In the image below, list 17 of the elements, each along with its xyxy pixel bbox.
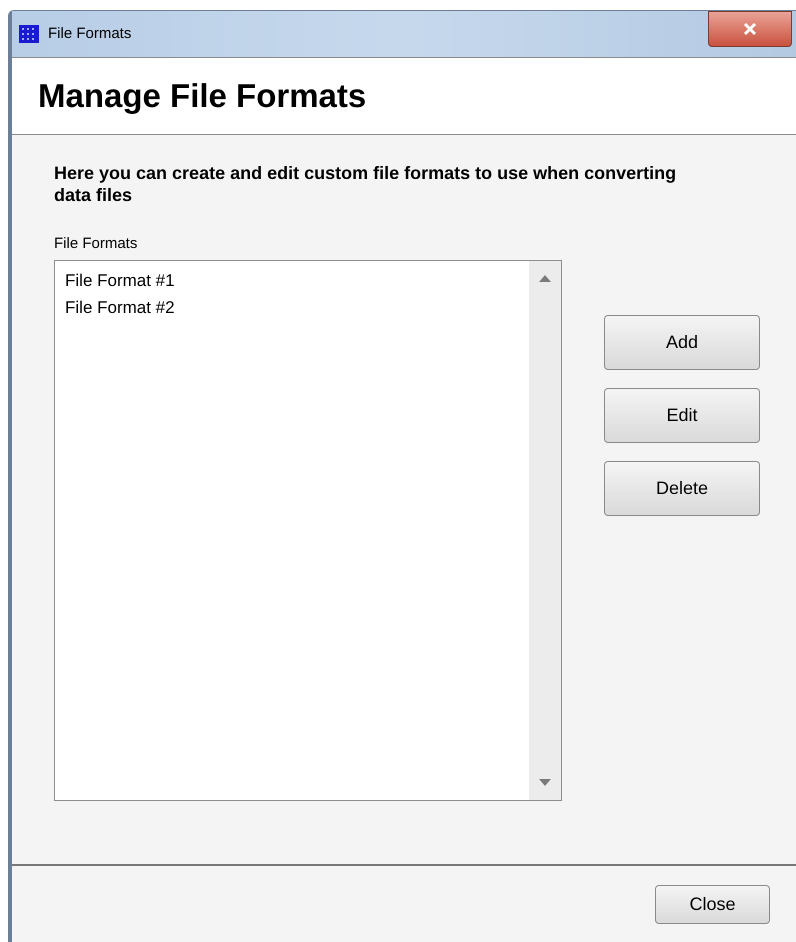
action-button[interactable]: Delete — [604, 460, 760, 516]
header-title: Manage File Formats — [38, 76, 366, 116]
close-icon — [742, 22, 758, 36]
close-button[interactable]: Close — [655, 885, 770, 924]
action-button[interactable]: Edit — [604, 388, 760, 442]
scrollbar[interactable] — [529, 260, 561, 800]
file-format-list[interactable]: File Format #1 File Format #2 — [54, 260, 562, 800]
list-item[interactable]: File Format #1 — [65, 266, 175, 294]
list-item[interactable]: File Format #2 — [65, 294, 175, 320]
action-button[interactable]: Add — [604, 314, 760, 370]
description-text: Here you can create and edit custom file formats to use when converting data files — [54, 162, 678, 206]
scroll-down-icon[interactable] — [539, 778, 551, 786]
window-title: File Formats — [48, 24, 132, 44]
app-icon — [18, 23, 40, 45]
scroll-up-icon[interactable] — [539, 274, 551, 282]
close-window-button[interactable] — [708, 11, 792, 47]
list-label: File Formats — [54, 234, 138, 254]
